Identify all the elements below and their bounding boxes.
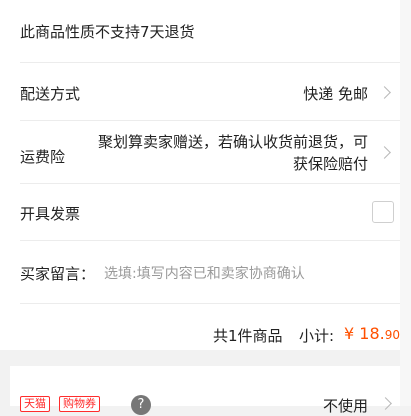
divider bbox=[20, 183, 400, 184]
amount-decimal: 90 bbox=[384, 328, 401, 342]
amount-integer: 18. bbox=[359, 324, 385, 343]
shopping-coupon-badge: 购物券 bbox=[59, 396, 100, 412]
delivery-method-row[interactable]: 配送方式 快递 免邮 bbox=[0, 63, 400, 119]
shipping-insurance-label: 运费险 bbox=[20, 148, 66, 166]
scrollbar[interactable] bbox=[400, 0, 411, 406]
tmall-badge: 天猫 bbox=[20, 396, 50, 412]
delivery-method-label: 配送方式 bbox=[20, 85, 81, 103]
chevron-right-icon bbox=[378, 86, 391, 99]
help-icon[interactable]: ? bbox=[131, 395, 151, 415]
subtotal-label: 小计: bbox=[299, 327, 335, 345]
order-detail-card: 此商品性质不支持7天退货 配送方式 快递 免邮 运费险 聚划算卖家赠送，若确认收… bbox=[0, 0, 400, 350]
buyer-message-label: 买家留言： bbox=[20, 265, 96, 283]
item-count: 共1件商品 bbox=[213, 327, 283, 345]
shipping-insurance-desc-line2: 获保险赔付 bbox=[292, 155, 368, 173]
invoice-checkbox[interactable] bbox=[372, 201, 394, 223]
shipping-insurance-desc-line1: 聚划算卖家赠送，若确认收货前退货，可 bbox=[97, 133, 368, 151]
chevron-right-icon bbox=[378, 146, 391, 159]
invoice-label: 开具发票 bbox=[20, 205, 81, 223]
divider bbox=[20, 303, 400, 304]
return-policy-notice: 此商品性质不支持7天退货 bbox=[20, 23, 195, 41]
shipping-insurance-row[interactable]: 运费险 聚划算卖家赠送，若确认收货前退货，可 获保险赔付 bbox=[0, 121, 400, 183]
divider bbox=[20, 240, 400, 241]
subtotal-amount: ¥ 18.90 bbox=[344, 324, 400, 343]
currency-symbol: ¥ bbox=[344, 324, 355, 343]
delivery-method-value: 快递 免邮 bbox=[303, 85, 368, 103]
buyer-message-input[interactable]: 选填:填写内容已和卖家协商确认 bbox=[104, 263, 305, 283]
